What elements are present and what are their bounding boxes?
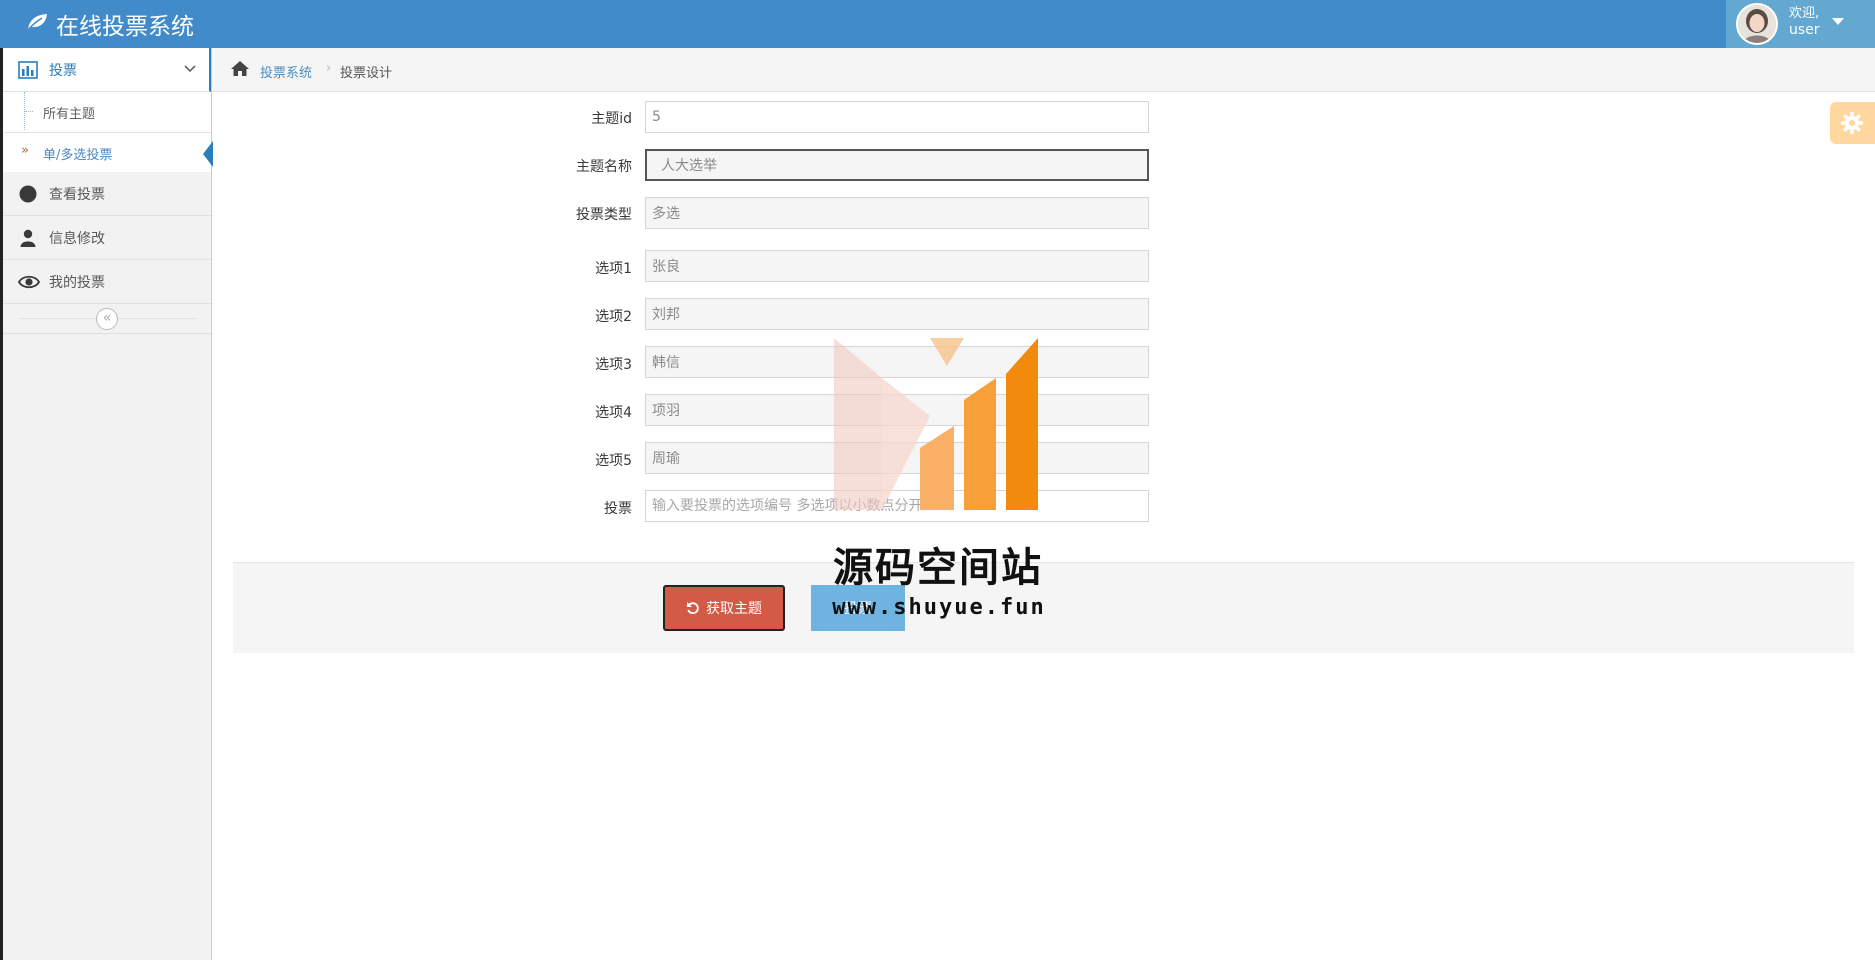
- eye-icon: [17, 273, 41, 291]
- caret-down-icon[interactable]: [1832, 18, 1844, 25]
- sidebar-item-my-votes[interactable]: 我的投票: [3, 260, 211, 304]
- vote-label: 投票: [604, 501, 632, 517]
- fetch-topic-button[interactable]: 获取主题: [663, 585, 785, 631]
- tree-dash: [25, 111, 33, 112]
- option1-input[interactable]: [645, 250, 1149, 282]
- active-pointer: [203, 141, 213, 167]
- submenu-item-all-topics[interactable]: 所有主题: [3, 92, 211, 132]
- topic-name-label: 主题名称: [576, 159, 632, 175]
- sidebar-item-label: 投票: [49, 63, 77, 79]
- sidebar-item-vote[interactable]: 投票: [3, 48, 211, 92]
- user-icon: [18, 229, 38, 247]
- submenu-item-label: 所有主题: [43, 107, 96, 122]
- double-chevron-left-icon: «: [102, 310, 112, 326]
- sidebar-item-view-votes[interactable]: 查看投票: [3, 172, 211, 216]
- sidebar-item-label: 信息修改: [49, 231, 105, 247]
- option5-label: 选项5: [595, 453, 632, 469]
- user-name: user: [1789, 22, 1820, 38]
- user-menu[interactable]: 欢迎, user: [1726, 0, 1875, 48]
- breadcrumb-separator: ›: [326, 61, 332, 76]
- vote-type-input[interactable]: [645, 197, 1149, 229]
- option4-label: 选项4: [595, 405, 632, 421]
- collapse-sidebar-button[interactable]: «: [96, 308, 118, 330]
- watermark-title: 源码空间站: [833, 545, 1043, 591]
- vote-type-label: 投票类型: [576, 207, 632, 223]
- home-icon[interactable]: [230, 60, 250, 81]
- double-chevron-right-icon: »: [21, 143, 29, 158]
- vote-submenu: 所有主题 » 单/多选投票: [3, 92, 213, 172]
- watermark-logo: [834, 338, 1038, 510]
- topic-id-label: 主题id: [591, 111, 632, 127]
- sidebar-item-edit-info[interactable]: 信息修改: [3, 216, 211, 260]
- fetch-topic-label: 获取主题: [706, 601, 762, 617]
- tree-line: [24, 92, 25, 130]
- gear-icon: [1841, 112, 1863, 134]
- breadcrumb-current: 投票设计: [340, 66, 393, 81]
- submenu-item-label: 单/多选投票: [43, 148, 113, 163]
- user-info: 欢迎, user: [1789, 5, 1820, 39]
- app-title: 在线投票系统: [56, 14, 194, 40]
- breadcrumb: 投票系统 › 投票设计: [212, 48, 1875, 92]
- option2-label: 选项2: [595, 309, 632, 325]
- option3-label: 选项3: [595, 357, 632, 373]
- sidebar-item-label: 我的投票: [49, 275, 105, 291]
- circle-icon: [18, 185, 38, 203]
- breadcrumb-link-vote-system[interactable]: 投票系统: [260, 62, 312, 81]
- leaf-icon: [26, 11, 48, 37]
- chevron-down-icon[interactable]: [183, 62, 197, 78]
- watermark-url: www.shuyue.fun: [832, 595, 1046, 620]
- top-navbar: 在线投票系统 欢迎, user: [0, 0, 1875, 48]
- topic-id-input[interactable]: [645, 101, 1149, 133]
- option1-label: 选项1: [595, 261, 632, 277]
- app-brand[interactable]: 在线投票系统: [26, 7, 194, 41]
- option2-input[interactable]: [645, 298, 1149, 330]
- topic-name-input[interactable]: [645, 149, 1149, 181]
- sidebar-collapse-bar: «: [3, 304, 211, 334]
- submenu-item-single-multi-vote[interactable]: » 单/多选投票: [3, 132, 213, 172]
- avatar: [1736, 3, 1778, 45]
- sidebar-item-label: 查看投票: [49, 187, 105, 203]
- undo-icon: [687, 602, 699, 615]
- welcome-text: 欢迎,: [1789, 6, 1820, 21]
- bar-chart-icon: [18, 61, 38, 79]
- settings-button[interactable]: [1830, 102, 1875, 144]
